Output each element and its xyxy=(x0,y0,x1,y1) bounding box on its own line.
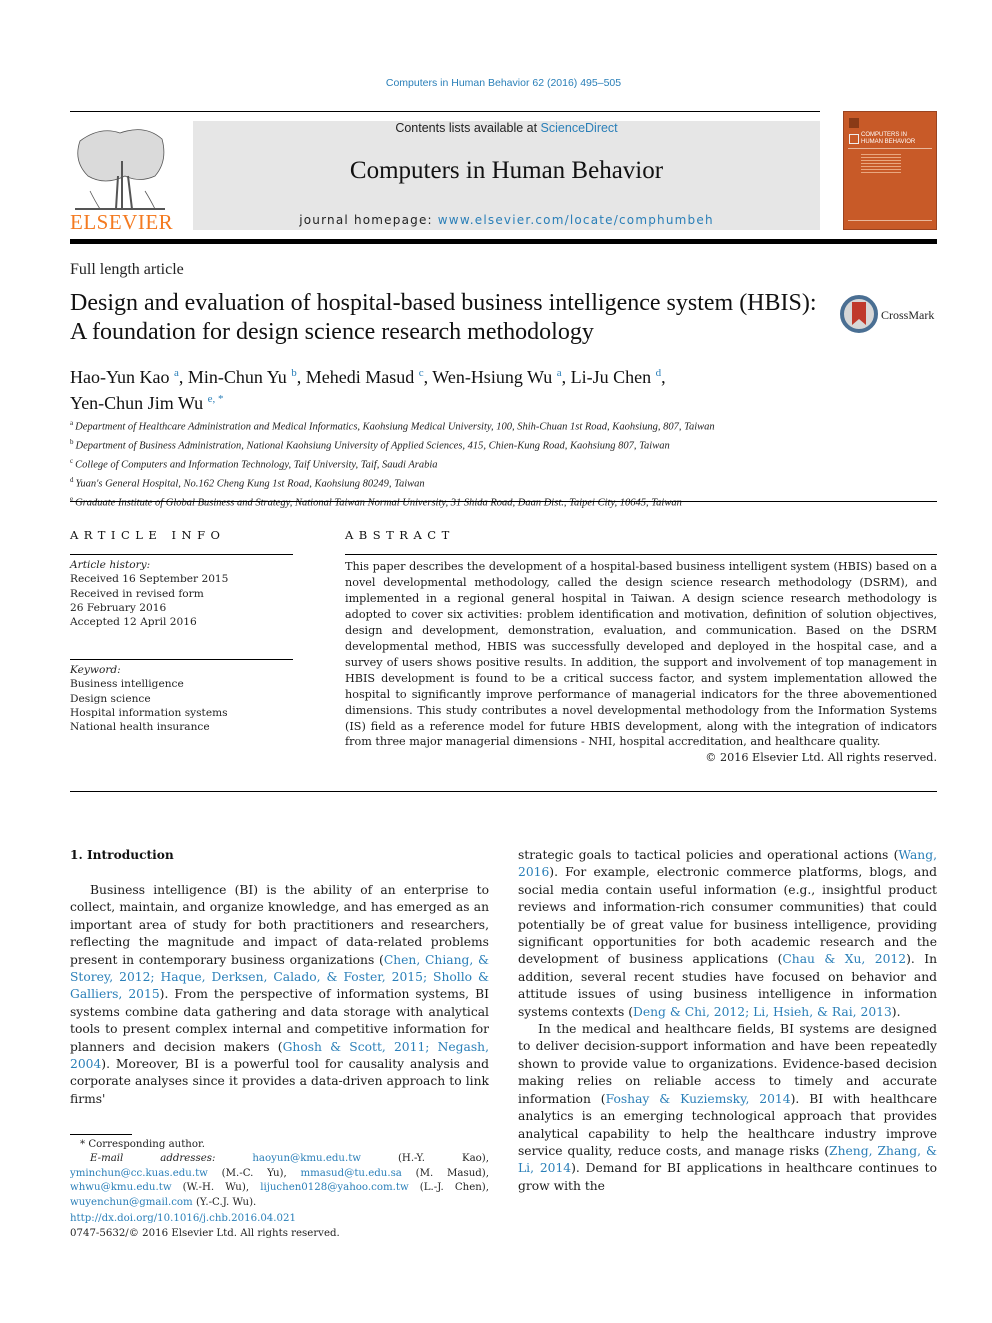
citation-link[interactable]: Foshay & Kuziemsky, 2014 xyxy=(606,1092,791,1106)
issn-copyright: 0747-5632/© 2016 Elsevier Ltd. All right… xyxy=(70,1228,340,1239)
divider xyxy=(70,501,937,502)
footnote-rule xyxy=(70,1134,132,1135)
keyword-item: National health insurance xyxy=(70,721,210,734)
section-heading-introduction: 1. Introduction xyxy=(70,848,174,862)
author-list: Hao-Yun Kao a, Min-Chun Yu b, Mehedi Mas… xyxy=(70,362,830,414)
divider xyxy=(70,791,937,792)
author[interactable]: Li-Ju Chen d, xyxy=(571,367,666,387)
body-column-right: strategic goals to tactical policies and… xyxy=(518,847,937,1195)
history-item: Accepted 12 April 2016 xyxy=(70,616,197,629)
author[interactable]: Wen-Hsiung Wu a, xyxy=(432,367,570,387)
affiliation: b Department of Business Administration, … xyxy=(70,437,670,452)
email-link[interactable]: haoyun@kmu.edu.tw xyxy=(252,1153,361,1164)
doi-block: http://dx.doi.org/10.1016/j.chb.2016.04.… xyxy=(70,1211,340,1241)
crossmark-icon xyxy=(840,295,878,333)
article-type: Full length article xyxy=(70,261,184,278)
divider xyxy=(70,554,293,555)
paragraph: strategic goals to tactical policies and… xyxy=(518,848,937,1019)
citation-link[interactable]: Deng & Chi, 2012; Li, Hsieh, & Rai, 2013 xyxy=(633,1005,892,1019)
cover-title-line1: COMPUTERS IN xyxy=(861,132,908,138)
email-link[interactable]: wuyenchun@gmail.com xyxy=(70,1197,193,1208)
abstract-heading: ABSTRACT xyxy=(345,528,455,542)
journal-title: Computers in Human Behavior xyxy=(349,157,664,184)
history-item: Received 16 September 2015 xyxy=(70,573,229,586)
affiliation: c College of Computers and Information Te… xyxy=(70,456,438,471)
doi-link[interactable]: http://dx.doi.org/10.1016/j.chb.2016.04.… xyxy=(70,1213,296,1224)
header-thick-rule xyxy=(70,239,937,244)
crossmark-label: CrossMark xyxy=(881,308,935,322)
homepage-prefix: journal homepage: xyxy=(299,213,438,227)
keyword-label: Keyword: xyxy=(70,664,121,676)
email-link[interactable]: lijuchen0128@yahoo.com.tw xyxy=(260,1182,408,1193)
author[interactable]: Mehedi Masud c, xyxy=(306,367,433,387)
author[interactable]: Hao-Yun Kao a, xyxy=(70,367,188,387)
keywords: Keyword: Business intelligence Design sc… xyxy=(70,663,300,734)
paragraph: In the medical and healthcare fields, BI… xyxy=(518,1022,937,1193)
body-column-left: Business intelligence (BI) is the abilit… xyxy=(70,883,489,1106)
abstract-text: This paper describes the development of … xyxy=(345,560,937,749)
journal-reference-link[interactable]: Computers in Human Behavior 62 (2016) 49… xyxy=(0,77,992,89)
abstract-body: This paper describes the development of … xyxy=(345,559,937,766)
email-link[interactable]: yminchun@cc.kuas.edu.tw xyxy=(70,1168,208,1179)
keyword-item: Business intelligence xyxy=(70,678,184,691)
affiliation: a Department of Healthcare Administration… xyxy=(70,419,715,433)
contents-line: Contents lists available at ScienceDirec… xyxy=(193,121,820,135)
divider xyxy=(345,554,937,555)
corresponding-author-note: * Corresponding author. xyxy=(80,1139,205,1150)
abstract-copyright: © 2016 Elsevier Ltd. All rights reserved… xyxy=(705,751,937,765)
elsevier-wordmark: ELSEVIER xyxy=(70,210,174,234)
cover-logo-icon xyxy=(849,118,859,128)
cover-square-icon xyxy=(849,134,859,144)
contents-prefix: Contents lists available at xyxy=(395,121,541,135)
article-title: Design and evaluation of hospital-based … xyxy=(70,290,817,345)
journal-cover-image: COMPUTERS IN HUMAN BEHAVIOR xyxy=(843,111,937,230)
citation-link[interactable]: Chau & Xu, 2012 xyxy=(782,952,906,966)
footnotes: * Corresponding author. E-mail addresses… xyxy=(70,1138,489,1210)
cover-title-line2: HUMAN BEHAVIOR xyxy=(861,139,916,145)
email-link[interactable]: whwu@kmu.edu.tw xyxy=(70,1182,172,1193)
email-addresses: E-mail addresses: haoyun@kmu.edu.tw (H.-… xyxy=(70,1153,490,1208)
homepage-link[interactable]: www.elsevier.com/locate/comphumbeh xyxy=(438,213,714,227)
email-link[interactable]: mmasud@tu.edu.sa xyxy=(300,1168,401,1179)
article-history: Article history: Received 16 September 2… xyxy=(70,558,300,629)
homepage-line: journal homepage: www.elsevier.com/locat… xyxy=(193,213,820,227)
history-label: Article history: xyxy=(70,559,151,571)
keyword-item: Hospital information systems xyxy=(70,706,228,719)
affiliations: a Department of Healthcare Administration… xyxy=(70,416,870,511)
history-item: Received in revised form xyxy=(70,587,204,600)
journal-banner: Contents lists available at ScienceDirec… xyxy=(193,121,820,230)
article-info-heading: ARTICLE INFO xyxy=(70,528,226,542)
divider xyxy=(70,659,293,660)
author[interactable]: Yen-Chun Jim Wu e, * xyxy=(70,393,224,413)
affiliation: d Yuan's General Hospital, No.162 Cheng K… xyxy=(70,475,425,490)
author[interactable]: Min-Chun Yu b, xyxy=(188,367,306,387)
keyword-item: Design science xyxy=(70,692,151,705)
sciencedirect-link[interactable]: ScienceDirect xyxy=(541,121,618,135)
crossmark-button[interactable]: CrossMark xyxy=(840,295,940,335)
header-rule xyxy=(70,111,820,112)
history-item: 26 February 2016 xyxy=(70,601,167,614)
